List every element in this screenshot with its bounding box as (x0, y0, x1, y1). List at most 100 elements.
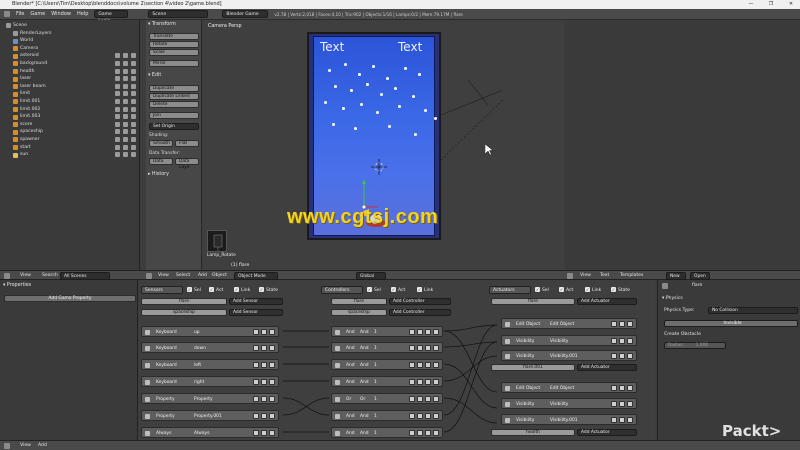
close-icon[interactable] (627, 353, 633, 359)
checkbox-icon[interactable] (619, 338, 625, 344)
editor-type-icon[interactable] (4, 443, 10, 449)
state-icon[interactable] (409, 379, 415, 385)
collapse-toggle[interactable] (145, 431, 150, 436)
collapse-toggle[interactable] (145, 363, 150, 368)
actuator-brick[interactable]: Edit Object Edit Object (501, 318, 637, 329)
pin-icon[interactable] (253, 329, 259, 335)
transform-panel-header[interactable]: ▾ Transform (148, 22, 176, 27)
editor-type-icon[interactable] (4, 273, 10, 279)
controller-brick[interactable]: And And 1 (331, 410, 443, 421)
actuator-object-flare[interactable]: flare (491, 298, 575, 305)
close-icon[interactable] (269, 329, 275, 335)
join-button[interactable]: Join (149, 112, 199, 119)
collapse-toggle[interactable] (335, 363, 340, 368)
add-game-property-button[interactable]: Add Game Property (4, 295, 136, 302)
outliner-item-spawner[interactable]: spawner (0, 136, 140, 144)
controller-object-spaceship[interactable]: spaceship (331, 309, 387, 316)
collapse-toggle[interactable] (505, 386, 510, 391)
checkbox-icon[interactable] (261, 345, 267, 351)
scene-selector[interactable]: Scene (148, 10, 209, 18)
actuators-sel-toggle[interactable]: Sel (535, 287, 549, 293)
collapse-toggle[interactable] (335, 397, 340, 402)
visibility-toggles[interactable] (115, 144, 136, 150)
sensor-brick[interactable]: Keyboard left (141, 359, 279, 370)
close-icon[interactable] (433, 329, 439, 335)
collapse-toggle[interactable] (505, 354, 510, 359)
smooth-button[interactable]: Smooth (149, 140, 173, 147)
collapse-toggle[interactable] (145, 397, 150, 402)
collapse-toggle[interactable] (505, 418, 510, 423)
transform-orientation[interactable]: Global (356, 272, 386, 280)
layout-selector[interactable]: Game Logic (94, 10, 129, 24)
actuators-state-toggle[interactable]: State (611, 287, 630, 293)
state-icon[interactable] (409, 396, 415, 402)
outliner-item-renderlayers[interactable]: RenderLayers (0, 30, 140, 38)
outliner-item-sun[interactable]: sun (0, 151, 140, 159)
translate-button[interactable]: Translate (149, 33, 199, 40)
close-icon[interactable] (433, 396, 439, 402)
outliner-item-limit-003[interactable]: limit.003 (0, 113, 140, 121)
checkbox-icon[interactable] (261, 379, 267, 385)
checkbox-icon[interactable] (261, 396, 267, 402)
sensor-brick[interactable]: Keyboard right (141, 376, 279, 387)
checkbox-icon[interactable] (425, 430, 431, 436)
controller-object-flare[interactable]: flare (331, 298, 387, 305)
pin-icon[interactable] (253, 379, 259, 385)
text-editor-area[interactable] (565, 20, 800, 270)
duplicate-button[interactable]: Duplicate (149, 85, 199, 92)
pin-icon[interactable] (417, 329, 423, 335)
outliner-item-camera[interactable]: Camera (0, 45, 140, 53)
state-icon[interactable] (409, 430, 415, 436)
checkbox-icon[interactable] (619, 401, 625, 407)
checkbox-icon[interactable] (261, 329, 267, 335)
checkbox-icon[interactable] (261, 413, 267, 419)
actuator-object-health[interactable]: health (491, 429, 575, 436)
new-text-button[interactable]: New (666, 272, 686, 280)
checkbox-icon[interactable] (425, 379, 431, 385)
outliner-item-background[interactable]: background (0, 60, 140, 68)
controllers-sel-toggle[interactable]: Sel (367, 287, 381, 293)
close-icon[interactable] (269, 430, 275, 436)
actuator-object-flare-001[interactable]: flare.001 (491, 364, 575, 371)
maximize-button[interactable]: ❐ (766, 0, 776, 9)
pin-icon[interactable] (253, 430, 259, 436)
add-controller-dropdown[interactable]: Add Controller (389, 298, 451, 305)
collapse-toggle[interactable] (505, 322, 510, 327)
checkbox-icon[interactable] (425, 413, 431, 419)
collapse-toggle[interactable] (335, 414, 340, 419)
outliner-item-laser-beam[interactable]: laser beam (0, 83, 140, 91)
pin-icon[interactable] (417, 379, 423, 385)
collapse-toggle[interactable] (335, 380, 340, 385)
outliner-item-start[interactable]: start (0, 144, 140, 152)
set-origin-dropdown[interactable]: Set Origin (149, 123, 199, 130)
visibility-toggles[interactable] (115, 114, 136, 120)
close-icon[interactable] (269, 345, 275, 351)
logic-view-menu[interactable]: View (20, 441, 31, 450)
visibility-toggles[interactable] (115, 121, 136, 127)
add-sensor-dropdown[interactable]: Add Sensor (229, 309, 283, 316)
visibility-toggles[interactable] (115, 106, 136, 112)
pin-icon[interactable] (253, 362, 259, 368)
menu-game[interactable]: Game (30, 11, 45, 17)
close-icon[interactable] (433, 345, 439, 351)
pin-icon[interactable] (417, 345, 423, 351)
actuator-brick[interactable]: Visibility Visibility.001 (501, 350, 637, 361)
visibility-toggles[interactable] (115, 83, 136, 89)
mirror-button[interactable]: Mirror (149, 60, 199, 67)
collapse-toggle[interactable] (145, 414, 150, 419)
visibility-toggles[interactable] (115, 53, 136, 59)
checkbox-icon[interactable] (425, 396, 431, 402)
checkbox-icon[interactable] (425, 362, 431, 368)
visibility-toggles[interactable] (115, 129, 136, 135)
pin-icon[interactable] (417, 362, 423, 368)
collapse-toggle[interactable] (505, 402, 510, 407)
engine-selector[interactable]: Blender Game (222, 10, 269, 18)
pin-icon[interactable] (611, 401, 617, 407)
object-name[interactable]: flare (692, 283, 702, 288)
close-icon[interactable] (269, 379, 275, 385)
outliner-item-health[interactable]: health (0, 68, 140, 76)
pin-icon[interactable] (611, 321, 617, 327)
checkbox-icon[interactable] (619, 385, 625, 391)
controller-brick[interactable]: And And 1 (331, 326, 443, 337)
3d-viewport[interactable]: Camera Persp Text Text www.cgtsj.com Lam… (203, 20, 564, 270)
